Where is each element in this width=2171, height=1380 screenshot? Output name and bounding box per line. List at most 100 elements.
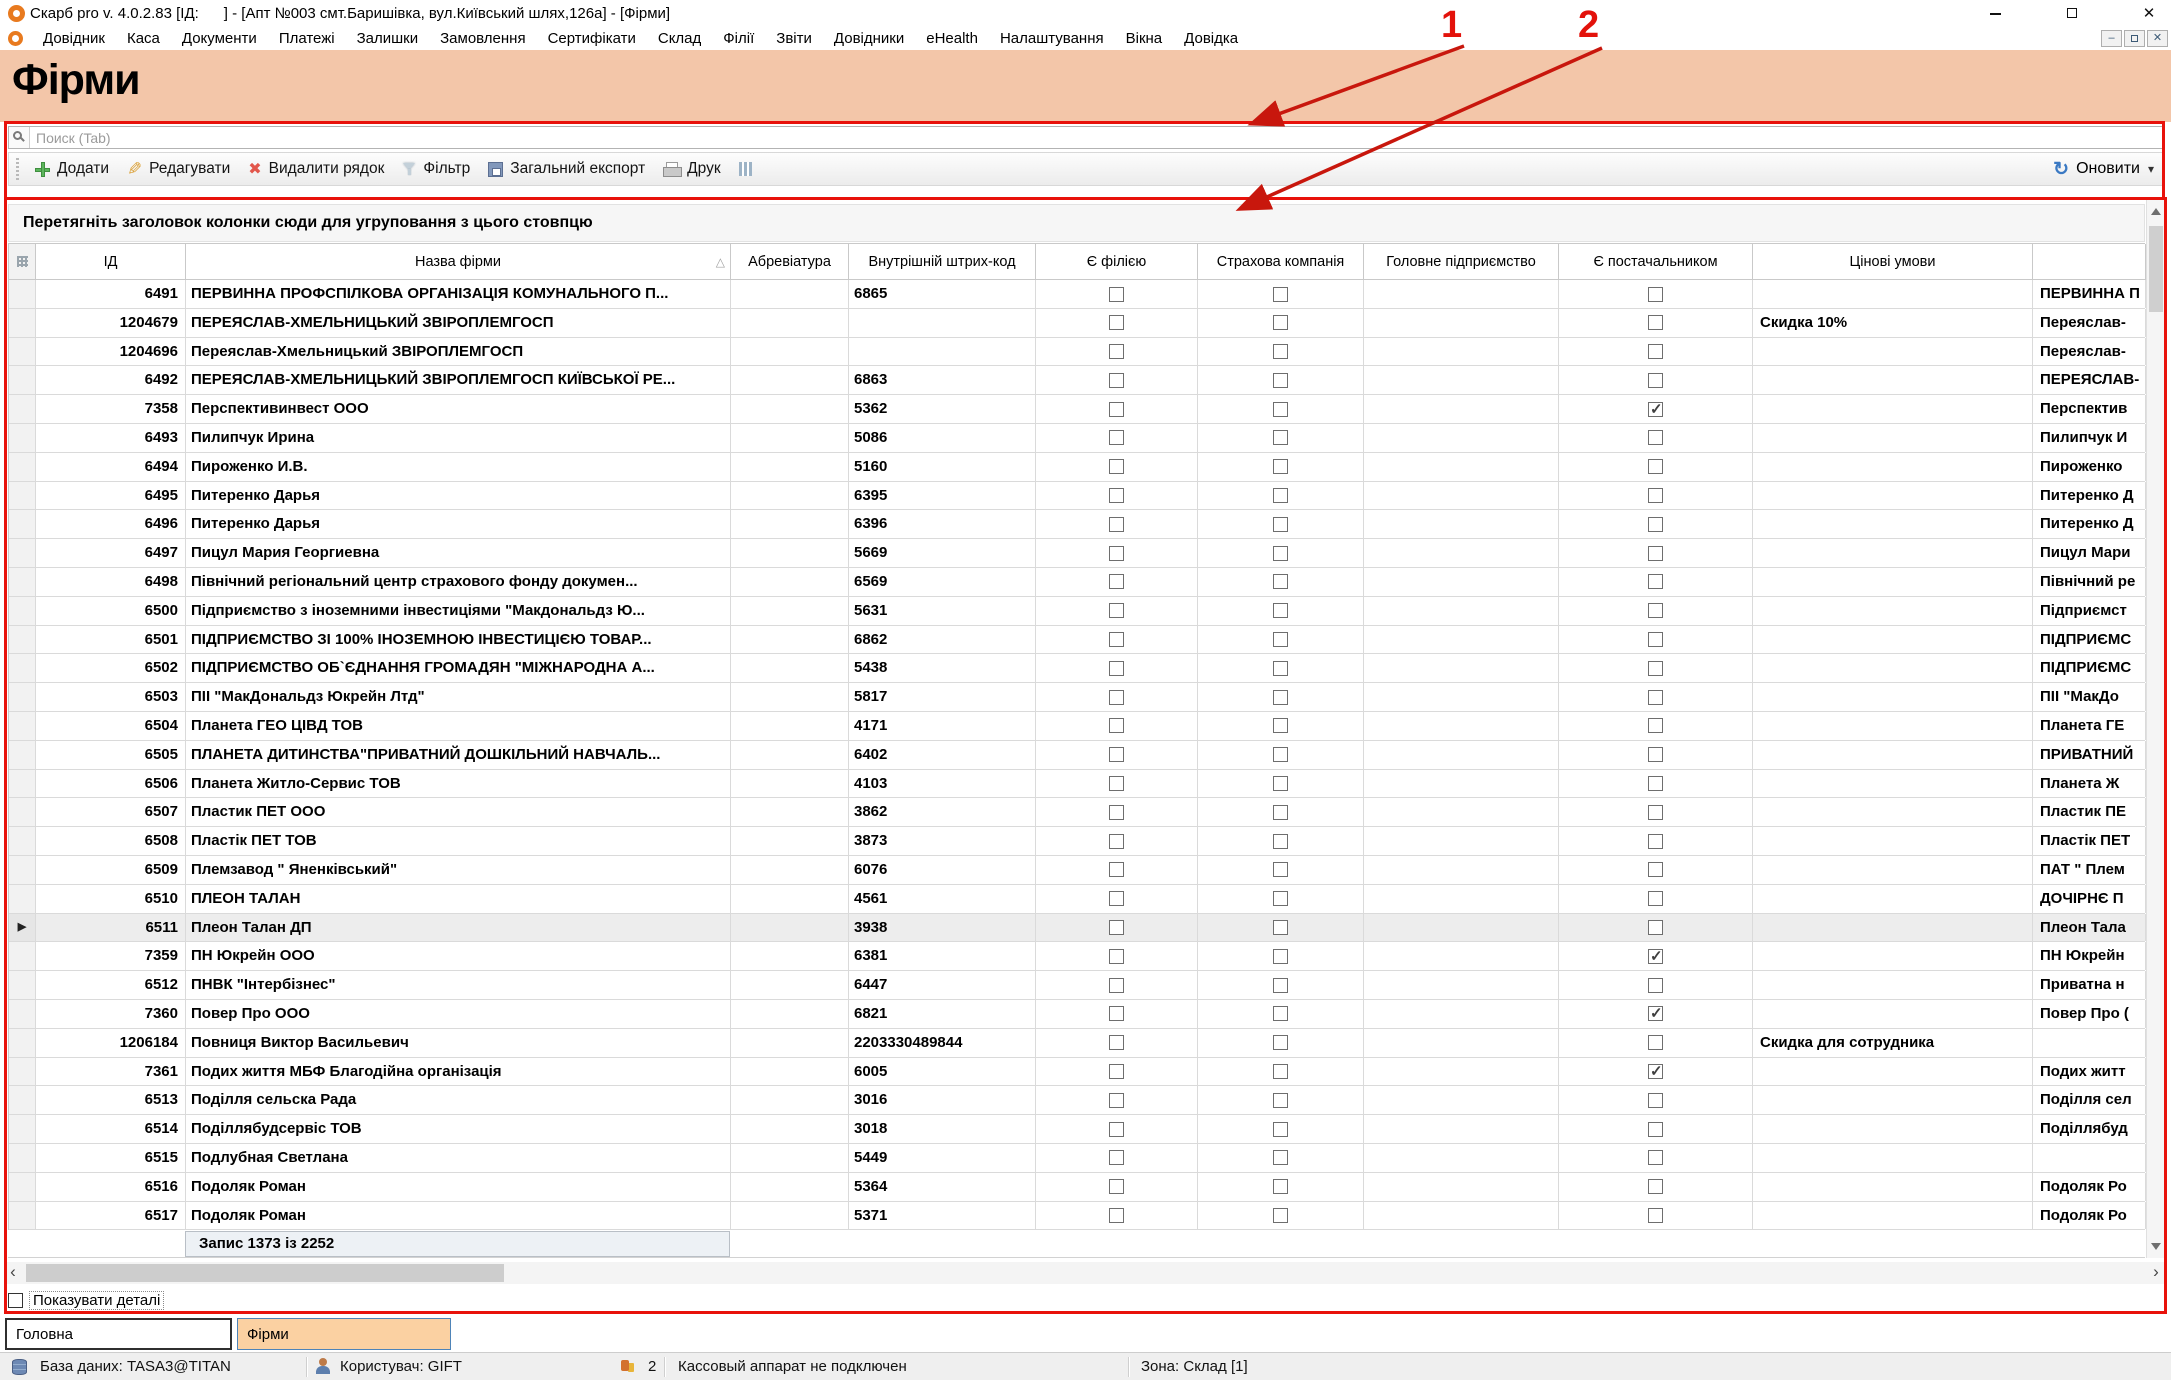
menu-item-5[interactable]: Залишки bbox=[346, 27, 430, 50]
supplier-checkbox[interactable] bbox=[1648, 920, 1663, 935]
chevron-down-icon[interactable]: ▾ bbox=[2148, 162, 2154, 176]
branch-checkbox[interactable] bbox=[1109, 834, 1124, 849]
table-row[interactable]: 6515Подлубная Светлана5449 bbox=[9, 1144, 2145, 1173]
table-row[interactable]: 6498Північний регіональний центр страхов… bbox=[9, 568, 2145, 597]
table-row[interactable]: 6514Поділлябудсервіс ТОВ3018Поділлябуд bbox=[9, 1115, 2145, 1144]
column-header-3[interactable]: Абревіатура bbox=[731, 244, 849, 280]
table-row[interactable]: 6513Поділля сельска Рада3016Поділля сел bbox=[9, 1086, 2145, 1115]
branch-checkbox[interactable] bbox=[1109, 402, 1124, 417]
table-row[interactable]: 6507Пластик ПЕТ ООО3862Пластик ПЕ bbox=[9, 798, 2145, 827]
menu-item-14[interactable]: Вікна bbox=[1115, 27, 1174, 50]
table-row[interactable]: ▶6511Плеон Талан ДП3938Плеон Тала bbox=[9, 914, 2145, 943]
column-header-7[interactable]: Головне підприємство bbox=[1364, 244, 1559, 280]
insurance-checkbox[interactable] bbox=[1273, 632, 1288, 647]
table-row[interactable]: 6495Питеренко Дарья6395Питеренко Д bbox=[9, 482, 2145, 511]
branch-checkbox[interactable] bbox=[1109, 978, 1124, 993]
supplier-checkbox[interactable] bbox=[1648, 517, 1663, 532]
branch-checkbox[interactable] bbox=[1109, 632, 1124, 647]
insurance-checkbox[interactable] bbox=[1273, 459, 1288, 474]
vertical-scroll-thumb[interactable] bbox=[2149, 226, 2163, 312]
supplier-checkbox[interactable] bbox=[1648, 315, 1663, 330]
table-row[interactable]: 6504Планета ГЕО ЦІВД ТОВ4171Планета ГЕ bbox=[9, 712, 2145, 741]
supplier-checkbox[interactable] bbox=[1648, 1150, 1663, 1165]
branch-checkbox[interactable] bbox=[1109, 1064, 1124, 1079]
table-row[interactable]: 6491ПЕРВИННА ПРОФСПІЛКОВА ОРГАНІЗАЦІЯ КО… bbox=[9, 280, 2145, 309]
toolbar-grip[interactable] bbox=[16, 158, 19, 180]
menu-item-13[interactable]: Налаштування bbox=[989, 27, 1115, 50]
supplier-checkbox[interactable] bbox=[1648, 402, 1663, 417]
vertical-scrollbar[interactable] bbox=[2146, 200, 2164, 1258]
scroll-up-icon[interactable] bbox=[2151, 208, 2161, 215]
supplier-checkbox[interactable] bbox=[1648, 1179, 1663, 1194]
filter-button[interactable]: Фільтр bbox=[393, 153, 479, 185]
branch-checkbox[interactable] bbox=[1109, 891, 1124, 906]
supplier-checkbox[interactable] bbox=[1648, 776, 1663, 791]
table-row[interactable]: 7359ПН Юкрейн ООО6381ПН Юкрейн bbox=[9, 942, 2145, 971]
insurance-checkbox[interactable] bbox=[1273, 1208, 1288, 1223]
menu-item-15[interactable]: Довідка bbox=[1173, 27, 1249, 50]
insurance-checkbox[interactable] bbox=[1273, 920, 1288, 935]
branch-checkbox[interactable] bbox=[1109, 690, 1124, 705]
insurance-checkbox[interactable] bbox=[1273, 287, 1288, 302]
insurance-checkbox[interactable] bbox=[1273, 546, 1288, 561]
branch-checkbox[interactable] bbox=[1109, 920, 1124, 935]
supplier-checkbox[interactable] bbox=[1648, 1006, 1663, 1021]
show-details-toggle[interactable]: Показувати деталі bbox=[8, 1291, 164, 1310]
table-row[interactable]: 1204679ПЕРЕЯСЛАВ-ХМЕЛЬНИЦЬКИЙ ЗВІРОПЛЕМГ… bbox=[9, 309, 2145, 338]
insurance-checkbox[interactable] bbox=[1273, 776, 1288, 791]
column-header-9[interactable]: Цінові умови bbox=[1753, 244, 2033, 280]
menu-item-8[interactable]: Склад bbox=[647, 27, 712, 50]
column-header-4[interactable]: Внутрішній штрих-код bbox=[849, 244, 1036, 280]
insurance-checkbox[interactable] bbox=[1273, 978, 1288, 993]
insurance-checkbox[interactable] bbox=[1273, 603, 1288, 618]
supplier-checkbox[interactable] bbox=[1648, 747, 1663, 762]
supplier-checkbox[interactable] bbox=[1648, 1122, 1663, 1137]
insurance-checkbox[interactable] bbox=[1273, 747, 1288, 762]
insurance-checkbox[interactable] bbox=[1273, 718, 1288, 733]
table-row[interactable]: 6516Подоляк Роман5364Подоляк Ро bbox=[9, 1173, 2145, 1202]
menu-item-7[interactable]: Сертифікати bbox=[537, 27, 647, 50]
column-header-2[interactable]: Назва фірми△ bbox=[186, 244, 731, 280]
supplier-checkbox[interactable] bbox=[1648, 661, 1663, 676]
branch-checkbox[interactable] bbox=[1109, 344, 1124, 359]
scroll-left-icon[interactable]: ‹ bbox=[4, 1262, 22, 1284]
insurance-checkbox[interactable] bbox=[1273, 1064, 1288, 1079]
menu-item-4[interactable]: Платежі bbox=[268, 27, 346, 50]
table-row[interactable]: 6493Пилипчук Ирина5086Пилипчук И bbox=[9, 424, 2145, 453]
supplier-checkbox[interactable] bbox=[1648, 978, 1663, 993]
table-row[interactable]: 6512ПНВК "Інтербізнес"6447Приватна н bbox=[9, 971, 2145, 1000]
supplier-checkbox[interactable] bbox=[1648, 574, 1663, 589]
delete-row-button[interactable]: Видалити рядок bbox=[239, 153, 393, 185]
branch-checkbox[interactable] bbox=[1109, 1093, 1124, 1108]
table-row[interactable]: 6500Підприємство з іноземними інвестиція… bbox=[9, 597, 2145, 626]
branch-checkbox[interactable] bbox=[1109, 459, 1124, 474]
mdi-close-button[interactable]: ✕ bbox=[2147, 30, 2168, 47]
insurance-checkbox[interactable] bbox=[1273, 402, 1288, 417]
branch-checkbox[interactable] bbox=[1109, 1179, 1124, 1194]
supplier-checkbox[interactable] bbox=[1648, 834, 1663, 849]
scroll-right-icon[interactable]: › bbox=[2147, 1262, 2165, 1284]
supplier-checkbox[interactable] bbox=[1648, 287, 1663, 302]
supplier-checkbox[interactable] bbox=[1648, 718, 1663, 733]
column-header-8[interactable]: Є постачальником bbox=[1559, 244, 1753, 280]
table-row[interactable]: 7360Повер Про ООО6821Повер Про ( bbox=[9, 1000, 2145, 1029]
branch-checkbox[interactable] bbox=[1109, 1006, 1124, 1021]
insurance-checkbox[interactable] bbox=[1273, 488, 1288, 503]
tab-main[interactable]: Головна bbox=[5, 1318, 232, 1350]
menu-item-3[interactable]: Документи bbox=[171, 27, 268, 50]
close-button[interactable]: ✕ bbox=[2127, 0, 2171, 27]
table-row[interactable]: 6501ПІДПРИЄМСТВО ЗІ 100% ІНОЗЕМНОЮ ІНВЕС… bbox=[9, 626, 2145, 655]
table-row[interactable]: 6508Пластік ПЕТ ТОВ3873Пластік ПЕТ bbox=[9, 827, 2145, 856]
export-button[interactable]: Загальний експорт bbox=[479, 153, 654, 185]
branch-checkbox[interactable] bbox=[1109, 517, 1124, 532]
insurance-checkbox[interactable] bbox=[1273, 1093, 1288, 1108]
menu-item-9[interactable]: Філії bbox=[712, 27, 765, 50]
supplier-checkbox[interactable] bbox=[1648, 805, 1663, 820]
print-button[interactable]: Друк bbox=[654, 153, 729, 185]
show-details-checkbox[interactable] bbox=[8, 1293, 23, 1308]
column-header-6[interactable]: Страхова компанія bbox=[1198, 244, 1364, 280]
table-row[interactable]: 7361Подих життя МБФ Благодійна організац… bbox=[9, 1058, 2145, 1087]
menu-item-10[interactable]: Звіти bbox=[765, 27, 823, 50]
insurance-checkbox[interactable] bbox=[1273, 1150, 1288, 1165]
branch-checkbox[interactable] bbox=[1109, 546, 1124, 561]
